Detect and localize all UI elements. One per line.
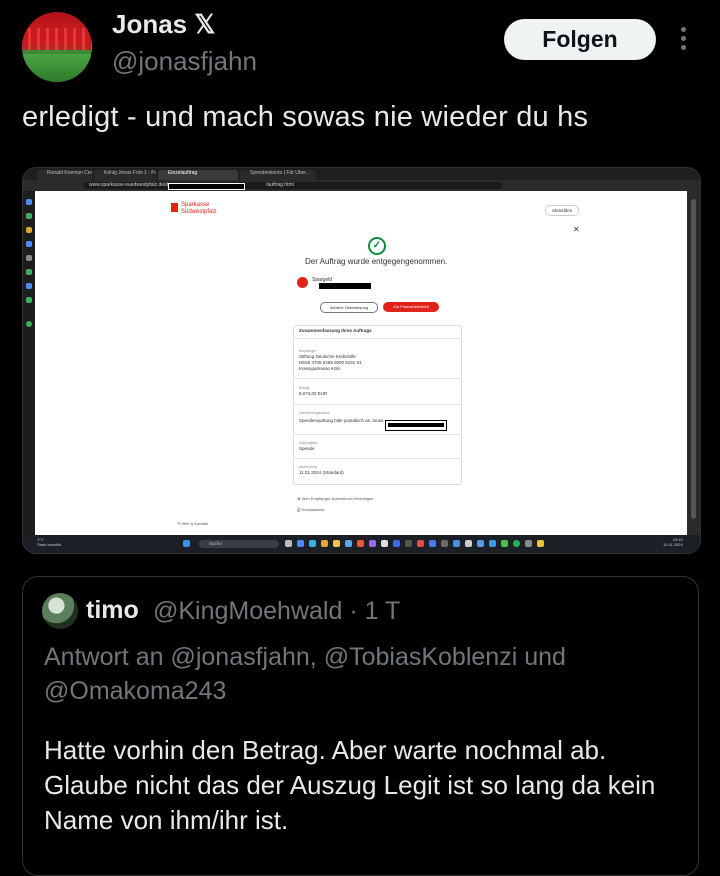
- purpose-value: Spendenquittung bitte postalisch an Jona…: [299, 418, 384, 423]
- start-icon: [183, 540, 190, 547]
- payment-type-label: Zahlungsart: [299, 441, 318, 445]
- summary-title: Zusammenfassung Ihres Auftrags: [299, 328, 372, 333]
- tweet-media-image[interactable]: Ronald Koeman Centurion · X König Jonas …: [22, 167, 701, 554]
- recipient-iban: DE65 3705 0299 0000 9191 91: [299, 360, 362, 365]
- quote-text: Hatte vorhin den Betrag. Aber warte noch…: [44, 735, 656, 835]
- browser-sidebar: [23, 191, 35, 535]
- browser-tab: Spendenkonto | Für Über...: [240, 170, 316, 180]
- check-circle-icon: ✓: [368, 237, 386, 255]
- more-transfer-button: Weitere Überweisung: [320, 302, 378, 313]
- more-icon[interactable]: [680, 27, 688, 53]
- weather-widget: 1°C Stark bewölkt: [37, 537, 62, 547]
- execution-value: 11.01.2024 (Standard): [299, 470, 344, 475]
- help-link: ✎ Hilfe & Kontakt: [177, 521, 208, 526]
- recipient-label: Empfänger: [299, 349, 317, 353]
- order-summary: [293, 325, 462, 485]
- tweet-text: erledigt - und mach sowas nie wieder du …: [22, 101, 589, 133]
- quote-author-meta: @KingMoehwald · 1 T: [153, 597, 401, 625]
- print-link: ⎙ Druckansicht: [297, 507, 325, 512]
- amount-value: 8.073,00 EUR: [299, 391, 328, 396]
- author-name[interactable]: Jonas 𝕏: [112, 9, 215, 40]
- save-recipient-link: ★ Zum Empfänger-Adressbuch hinzufügen: [297, 496, 374, 501]
- redaction-box: [168, 183, 245, 190]
- purpose-label: Verwendungszweck: [299, 411, 330, 415]
- browser-tab: König Jonas Folo 1 - Playlis: [94, 170, 156, 180]
- recipient-name: Stiftung Deutsche Krebshilfe: [299, 354, 356, 359]
- browser-tab: Ronald Koeman Centurion · X: [37, 170, 92, 180]
- follow-button[interactable]: Folgen: [504, 19, 656, 60]
- bank-page: Sparkasse Südwestpfalz Abmelden ✕ ✓ Der A…: [35, 191, 687, 535]
- author-handle[interactable]: @jonasfjahn: [112, 46, 257, 77]
- quote-author-name[interactable]: timo: [86, 596, 139, 625]
- recipient-bank: Kreissparkasse Köln: [299, 366, 341, 371]
- author-avatar[interactable]: [22, 12, 92, 82]
- payment-type-value: Spende: [299, 446, 315, 451]
- sparkasse-logo-icon: [171, 203, 178, 212]
- redaction-box: [319, 283, 371, 289]
- execution-label: Ausführung: [299, 465, 317, 469]
- browser-tab-active: Einzelauftrag: [158, 170, 238, 180]
- confirmation-message: Der Auftrag wurde entgegengenommen.: [305, 257, 448, 266]
- taskbar-search: Suche: [199, 540, 279, 548]
- browser-url: www.sparkasse-suedwestpfalz.de/de/auftra…: [83, 182, 503, 189]
- quote-avatar[interactable]: [42, 593, 78, 629]
- taskbar-clock: 19:15 11.01.2024: [663, 537, 683, 547]
- amount-label: Betrag: [299, 386, 310, 390]
- bank-name: Sparkasse Südwestpfalz: [181, 202, 217, 215]
- close-icon: ✕: [573, 225, 580, 234]
- logout-button: Abmelden: [545, 205, 580, 216]
- account-icon: [297, 277, 308, 288]
- quote-reply-to[interactable]: Antwort an @jonasfjahn, @TobiasKoblenzi …: [44, 640, 664, 708]
- page-scrollbar: [687, 191, 700, 535]
- finance-overview-button: Zur Finanzübersicht: [383, 302, 439, 312]
- redaction-box: [385, 420, 447, 431]
